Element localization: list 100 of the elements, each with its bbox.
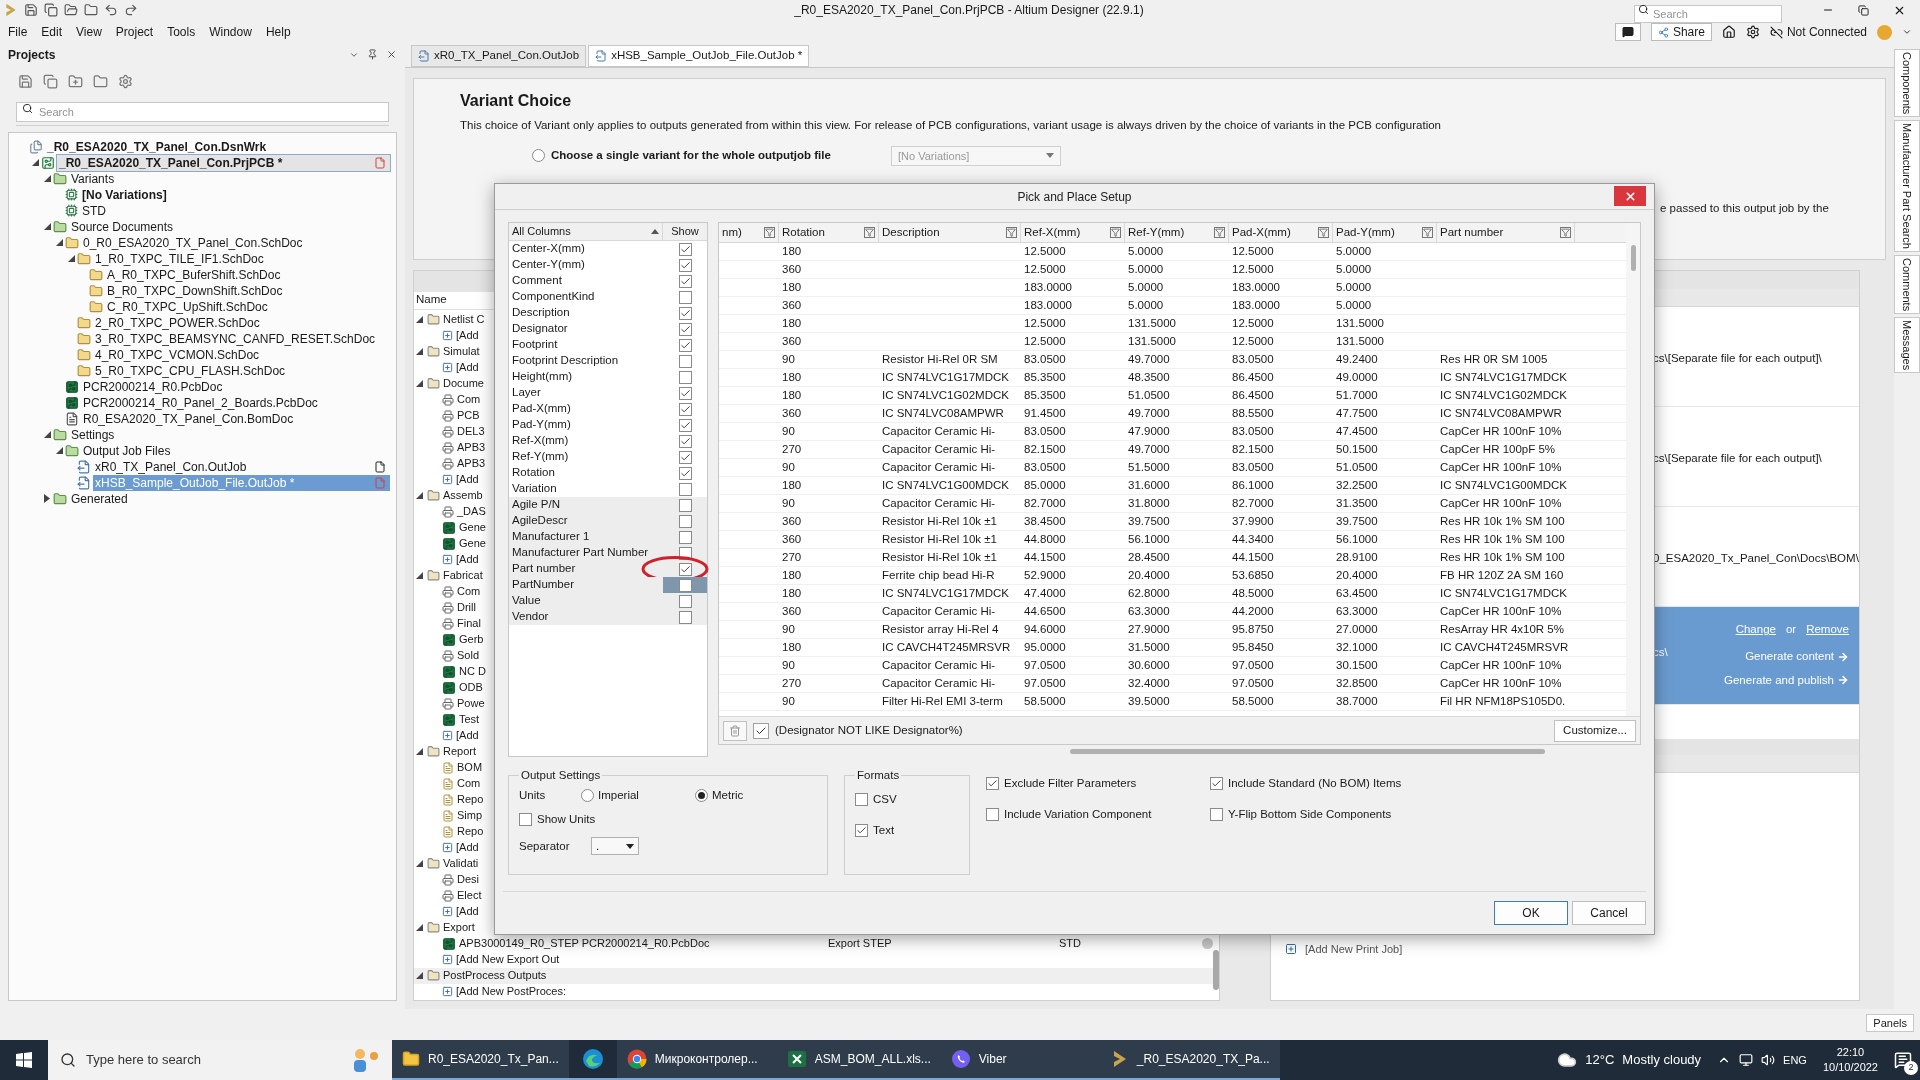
output-group[interactable]: Report <box>443 743 477 760</box>
taskbar-app[interactable]: ASM_BOM_ALL.xls... <box>776 1040 941 1080</box>
table-cell-text: 20.4000 <box>1128 567 1170 583</box>
tree-item[interactable]: B_R0_TXPC_DownShift.SchDoc <box>105 282 390 299</box>
tree-item[interactable]: 1_R0_TXPC_TILE_IF1.SchDoc <box>93 250 390 267</box>
column-header[interactable]: Description <box>882 223 940 242</box>
column-header[interactable]: Rotation <box>782 223 825 242</box>
separator-dropdown[interactable]: . <box>591 837 639 856</box>
temperature[interactable]: 12°C <box>1585 1050 1615 1070</box>
output-item[interactable]: APB3000149_R0_STEP PCR2000214_R0.PcbDoc <box>459 935 825 952</box>
clock-date[interactable]: 10/10/2022 <box>1822 1060 1878 1075</box>
tree-item[interactable]: Source Documents <box>69 218 390 235</box>
menu-item[interactable]: View <box>76 23 102 42</box>
column-header[interactable]: All Columns <box>512 223 571 240</box>
menu-item[interactable]: Edit <box>41 23 63 42</box>
side-tab[interactable]: Manufacturer Part Search <box>1893 119 1920 252</box>
column-header[interactable]: Pad-Y(mm) <box>1336 223 1395 242</box>
dialog-button[interactable]: OK <box>1494 901 1568 925</box>
output-group[interactable]: Export <box>443 919 475 936</box>
column-name: Variation <box>511 481 558 497</box>
tree-item[interactable]: A_R0_TXPC_BuferShift.SchDoc <box>105 266 390 283</box>
output-group[interactable]: Docume <box>443 375 484 392</box>
table-cell-text: IC SN74LVC1G00MDCK <box>882 477 1009 493</box>
tree-item[interactable]: 0_R0_ESA2020_TX_Panel_Con.SchDoc <box>81 234 390 251</box>
tree-item[interactable]: Output Job Files <box>81 442 390 459</box>
tree-item[interactable]: R0_ESA2020_TX_Panel_Con.BomDoc <box>81 410 390 427</box>
side-tab[interactable]: Messages <box>1893 317 1920 374</box>
table-cell-text: 47.7500 <box>1336 405 1378 421</box>
column-name: Description <box>511 305 571 321</box>
tree-item[interactable]: Variants <box>69 170 390 187</box>
column-header[interactable]: Pad-X(mm) <box>1232 223 1291 242</box>
side-tab[interactable]: Comments <box>1893 254 1920 315</box>
connection-status[interactable]: Not Connected <box>1786 23 1867 42</box>
customize-button[interactable]: Customize... <box>1554 719 1636 742</box>
output-group[interactable]: Assemb <box>443 487 483 504</box>
output-group[interactable]: Netlist C <box>443 311 485 328</box>
tree-item[interactable]: 3_R0_TXPC_BEAMSYNC_CANFD_RESET.SchDoc <box>93 330 390 347</box>
output-group[interactable]: Validati <box>443 855 479 872</box>
tree-item[interactable]: [No Variations] <box>80 186 390 203</box>
column-header[interactable]: Name <box>416 291 447 309</box>
taskbar-app[interactable]: R0_ESA2020_Tx_Pan... <box>392 1040 569 1080</box>
column-header[interactable]: Ref-Y(mm) <box>1128 223 1185 242</box>
column-name: ComponentKind <box>511 289 596 305</box>
output-item[interactable]: [Add New Export Out <box>456 951 822 968</box>
tree-item[interactable]: STD <box>80 202 390 219</box>
tree-item[interactable]: xR0_TX_Panel_Con.OutJob <box>93 458 390 475</box>
taskbar-search[interactable]: Type here to search <box>48 1040 392 1080</box>
dialog-button[interactable]: Cancel <box>1572 901 1646 925</box>
tree-item[interactable]: PCR2000214_R0_Panel_2_Boards.PcbDoc <box>81 394 390 411</box>
taskbar-app[interactable]: Viber <box>940 1040 1101 1080</box>
document-tab[interactable]: xR0_TX_Panel_Con.OutJob <box>411 44 587 67</box>
column-header[interactable]: Part number <box>1440 223 1504 242</box>
table-cell-text: 27.9000 <box>1128 621 1170 637</box>
table-cell-text: IC SN74LVC08AMPWR <box>1440 405 1562 421</box>
tree-item[interactable]: 5_R0_TXPC_CPU_FLASH.SchDoc <box>93 362 390 379</box>
tree-item[interactable]: Generated <box>69 490 390 507</box>
clock-time[interactable]: 22:10 <box>1836 1045 1865 1060</box>
side-tab[interactable]: Components <box>1893 48 1920 117</box>
language-indicator[interactable]: ENG <box>1783 1051 1807 1069</box>
menu-item[interactable]: Window <box>209 23 252 42</box>
column-header[interactable]: Show <box>663 223 707 240</box>
share-button[interactable]: Share <box>1650 23 1712 42</box>
tree-item[interactable]: _R0_ESA2020_TX_Panel_Con.PrjPCB * <box>57 154 390 171</box>
tree-item[interactable]: PCR2000214_R0.PcbDoc <box>81 378 390 395</box>
weather-text[interactable]: Mostly cloudy <box>1622 1050 1702 1070</box>
column-header[interactable]: Ref-X(mm) <box>1024 223 1081 242</box>
table-cell-text: 44.8000 <box>1024 531 1066 547</box>
table-cell-text: 51.0500 <box>1128 387 1170 403</box>
table-cell-text: 97.0500 <box>1232 675 1274 691</box>
document-tab[interactable]: xHSB_Sample_OutJob_File.OutJob * <box>588 44 810 67</box>
table-cell-text: 44.1500 <box>1024 549 1066 565</box>
taskbar-app[interactable]: _R0_ESA2020_TX_Pa... <box>1100 1040 1280 1080</box>
table-cell-text: 88.5500 <box>1232 405 1274 421</box>
column-name: Height(mm) <box>511 369 574 385</box>
tree-item[interactable]: C_R0_TXPC_UpShift.SchDoc <box>105 298 390 315</box>
output-group[interactable]: Fabricat <box>443 567 483 584</box>
table-cell-text: 5.0000 <box>1128 279 1164 295</box>
tree-item[interactable]: 2_R0_TXPC_POWER.SchDoc <box>93 314 390 331</box>
tree-item[interactable]: 4_R0_TXPC_VCMON.SchDoc <box>93 346 390 363</box>
add-print-job[interactable]: [Add New Print Job] <box>1305 940 1403 958</box>
search-field[interactable]: Search <box>1634 5 1782 24</box>
table-cell-text: IC SN74LVC1G17MDCK <box>882 369 1009 385</box>
table-cell-text: CapCer HR 100pF 5% <box>1440 441 1556 457</box>
tree-item[interactable]: _R0_ESA2020_TX_Panel_Con.DsnWrk <box>45 138 390 155</box>
menu-item[interactable]: Project <box>115 23 154 42</box>
tree-item[interactable]: Settings <box>69 426 390 443</box>
table-cell-text: 53.6850 <box>1232 567 1274 583</box>
table-cell-text: FB HR 120Z 2A SM 160 <box>1440 567 1564 583</box>
search-field[interactable]: Search <box>16 101 389 122</box>
output-item[interactable]: [Add New PostProces: <box>456 983 822 1000</box>
taskbar-app[interactable]: Микроконтролер... <box>616 1040 777 1080</box>
table-cell-text: 83.0500 <box>1024 423 1066 439</box>
panels-button[interactable]: Panels <box>1866 1014 1914 1033</box>
menu-item[interactable]: File <box>8 23 28 42</box>
column-header[interactable]: nm) <box>722 223 742 242</box>
menu-item[interactable]: Tools <box>167 23 196 42</box>
menu-item[interactable]: Help <box>265 23 291 42</box>
output-group[interactable]: Simulat <box>443 343 480 360</box>
output-group[interactable]: PostProcess Outputs <box>443 967 547 984</box>
table-cell-text: 82.7000 <box>1232 495 1274 511</box>
